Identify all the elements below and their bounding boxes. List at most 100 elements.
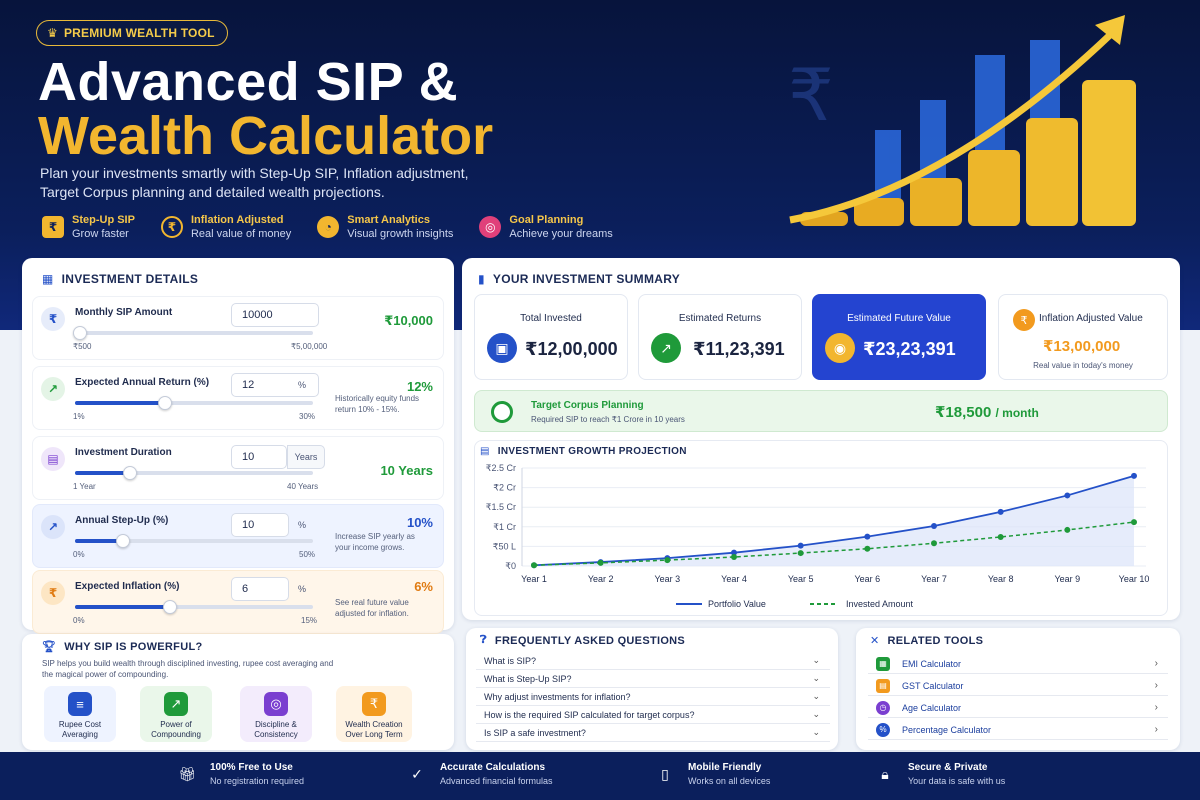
bar-chart-icon: ▮ — [478, 272, 485, 286]
hero-subtitle: Plan your investments smartly with Step-… — [40, 165, 469, 200]
target-icon: ◎ — [264, 692, 288, 716]
hero-title-line2: Wealth Calculator — [38, 106, 494, 166]
invested-point — [931, 540, 937, 547]
duration-slider[interactable] — [75, 466, 313, 480]
slider-handle[interactable] — [72, 326, 87, 340]
invested-point — [731, 553, 737, 560]
duration-input[interactable]: 10 — [231, 445, 287, 469]
receipt-icon: ▤ — [876, 678, 890, 693]
step-up-row: ↗ Annual Step-Up (%) 10 % 0% 50% Increas… — [32, 504, 444, 568]
why-compounding: ↗ Power of Compounding — [140, 686, 212, 742]
y-tick-label: ₹0 — [505, 561, 516, 571]
pie-chart-icon: ◔ — [317, 216, 340, 238]
portfolio-area — [534, 475, 1134, 566]
feature-analytics: ◔ Smart Analytics Visual growth insights — [317, 214, 453, 240]
inflation-input[interactable]: 6 — [231, 577, 289, 601]
crown-icon: ♛ — [47, 26, 58, 40]
faq-item[interactable]: Why adjust investments for inflation? ⌄ — [476, 688, 830, 706]
chevron-down-icon: ⌄ — [812, 655, 820, 665]
slider-handle[interactable] — [163, 600, 178, 614]
x-tick-label: Year 7 — [921, 574, 947, 584]
sip-amount-value: ₹10,000 — [384, 313, 433, 328]
portfolio-point — [1064, 492, 1071, 499]
chevron-down-icon: ⌄ — [812, 709, 820, 719]
feature-list: ₹ Step-Up SIP Grow faster ₹ Inflation Adjus… — [42, 214, 613, 240]
faq-item[interactable]: How is the required SIP calculated for t… — [476, 706, 830, 724]
invested-point — [997, 533, 1004, 540]
step-up-input[interactable]: 10 — [231, 513, 289, 537]
portfolio-point — [797, 542, 804, 549]
faq-item[interactable]: What is Step-Up SIP? ⌄ — [476, 670, 830, 688]
footer-free: 🎁︎ 100% Free to Use No registration requir… — [176, 762, 304, 786]
chevron-down-icon: ⌄ — [812, 727, 820, 737]
sip-amount-slider[interactable] — [72, 326, 313, 340]
sip-amount-row: ₹ Monthly SIP Amount 10000 ₹500 ₹5,00,00… — [32, 296, 444, 360]
phone-icon: ▯ — [661, 765, 669, 782]
tool-percentage-calculator[interactable]: % Percentage Calculator › — [868, 720, 1168, 740]
portfolio-point — [997, 508, 1004, 515]
faq-item[interactable]: What is SIP? ⌄ — [476, 652, 830, 670]
invested-point — [797, 550, 804, 557]
feature-step-up: ₹ Step-Up SIP Grow faster — [42, 214, 135, 240]
x-tick-label: Year 3 — [654, 574, 680, 584]
inflation-slider[interactable] — [75, 600, 313, 614]
total-invested-value: ₹12,00,000 — [525, 339, 618, 359]
growth-projection-heading: ▤ INVESTMENT GROWTH PROJECTION — [480, 446, 687, 457]
slider-handle[interactable] — [115, 534, 130, 548]
investment-details-heading: ▦ INVESTMENT DETAILS — [42, 272, 199, 286]
faq-item[interactable]: Is SIP a safe investment? ⌄ — [476, 724, 830, 742]
inflation-adjusted-value: ₹13,00,000 — [1043, 338, 1121, 355]
portfolio-point — [1131, 472, 1137, 479]
legend-portfolio-label: Portfolio Value — [708, 599, 766, 608]
y-tick-label: ₹2.5 Cr — [486, 463, 516, 473]
invested-point — [864, 545, 871, 552]
sip-amount-input[interactable]: 10000 — [231, 303, 319, 327]
annual-return-value: 12% — [406, 379, 433, 394]
x-tick-label: Year 2 — [588, 574, 614, 584]
footer-secure: 🔒︎ Secure & Private Your data is safe with… — [874, 762, 1005, 786]
premium-badge: ♛ PREMIUM WEALTH TOOL — [36, 20, 228, 46]
rupee-hand-icon: ₹ — [41, 307, 65, 331]
invested-point — [664, 557, 671, 564]
inflation-adjusted-card: Inflation Adjusted Value ₹ ₹13,00,000 Re… — [998, 294, 1168, 380]
footer-accurate: ✓ Accurate Calculations Advanced financial… — [406, 762, 552, 786]
chevron-down-icon: ⌄ — [812, 673, 820, 683]
rupee-watermark-icon: ₹ — [788, 53, 834, 137]
shield-rupee-icon: ₹ — [42, 216, 64, 238]
chevron-down-icon: ⌄ — [812, 691, 820, 701]
calculator-icon: ▦ — [42, 272, 54, 286]
clock-icon: ◷ — [876, 700, 890, 715]
coins-growth-illustration: ₹ — [788, 15, 1136, 226]
chevron-right-icon: › — [1154, 702, 1158, 713]
target-icon — [491, 401, 513, 423]
footer-mobile: ▯ Mobile Friendly Works on all devices — [654, 762, 770, 786]
portfolio-point — [931, 523, 937, 530]
invested-point — [1131, 519, 1137, 526]
duration-value: 10 Years — [380, 463, 433, 478]
tool-gst-calculator[interactable]: ▤ GST Calculator › — [868, 676, 1168, 696]
calendar-icon: ▤ — [41, 447, 65, 471]
calendar-chart-icon: ▤ — [480, 446, 490, 457]
legend-invested-label: Invested Amount — [846, 599, 914, 608]
future-value-card: Estimated Future Value ◉ ₹23,23,391 — [812, 294, 986, 380]
step-up-slider[interactable] — [75, 534, 313, 548]
annual-return-slider[interactable] — [75, 396, 313, 410]
footer-bar: 🎁︎ 100% Free to Use No registration requir… — [0, 752, 1200, 800]
y-tick-label: ₹50 L — [493, 541, 516, 551]
why-wealth-creation: ₹ Wealth Creation Over Long Term — [336, 686, 412, 742]
related-tools-heading: ✕ RELATED TOOLS — [870, 634, 984, 648]
estimated-returns-card: Estimated Returns ↗ ₹11,23,391 — [638, 294, 802, 380]
spreadsheet-icon: ▦ — [876, 656, 890, 671]
shield-rupee-icon: ₹ — [362, 692, 386, 716]
x-tick-label: Year 4 — [721, 574, 747, 584]
tool-emi-calculator[interactable]: ▦ EMI Calculator › — [868, 654, 1168, 674]
target-icon: ◎ — [479, 216, 502, 238]
chevron-right-icon: › — [1154, 724, 1158, 735]
slider-handle[interactable] — [158, 396, 173, 410]
x-tick-label: Year 9 — [1054, 574, 1080, 584]
growth-arrow-icon: ↗ — [651, 333, 681, 363]
slider-handle[interactable] — [122, 466, 137, 480]
rupee-coin-icon: ₹ — [160, 216, 183, 238]
tool-age-calculator[interactable]: ◷ Age Calculator › — [868, 698, 1168, 718]
feature-inflation: ₹ Inflation Adjusted Real value of money — [160, 214, 291, 240]
